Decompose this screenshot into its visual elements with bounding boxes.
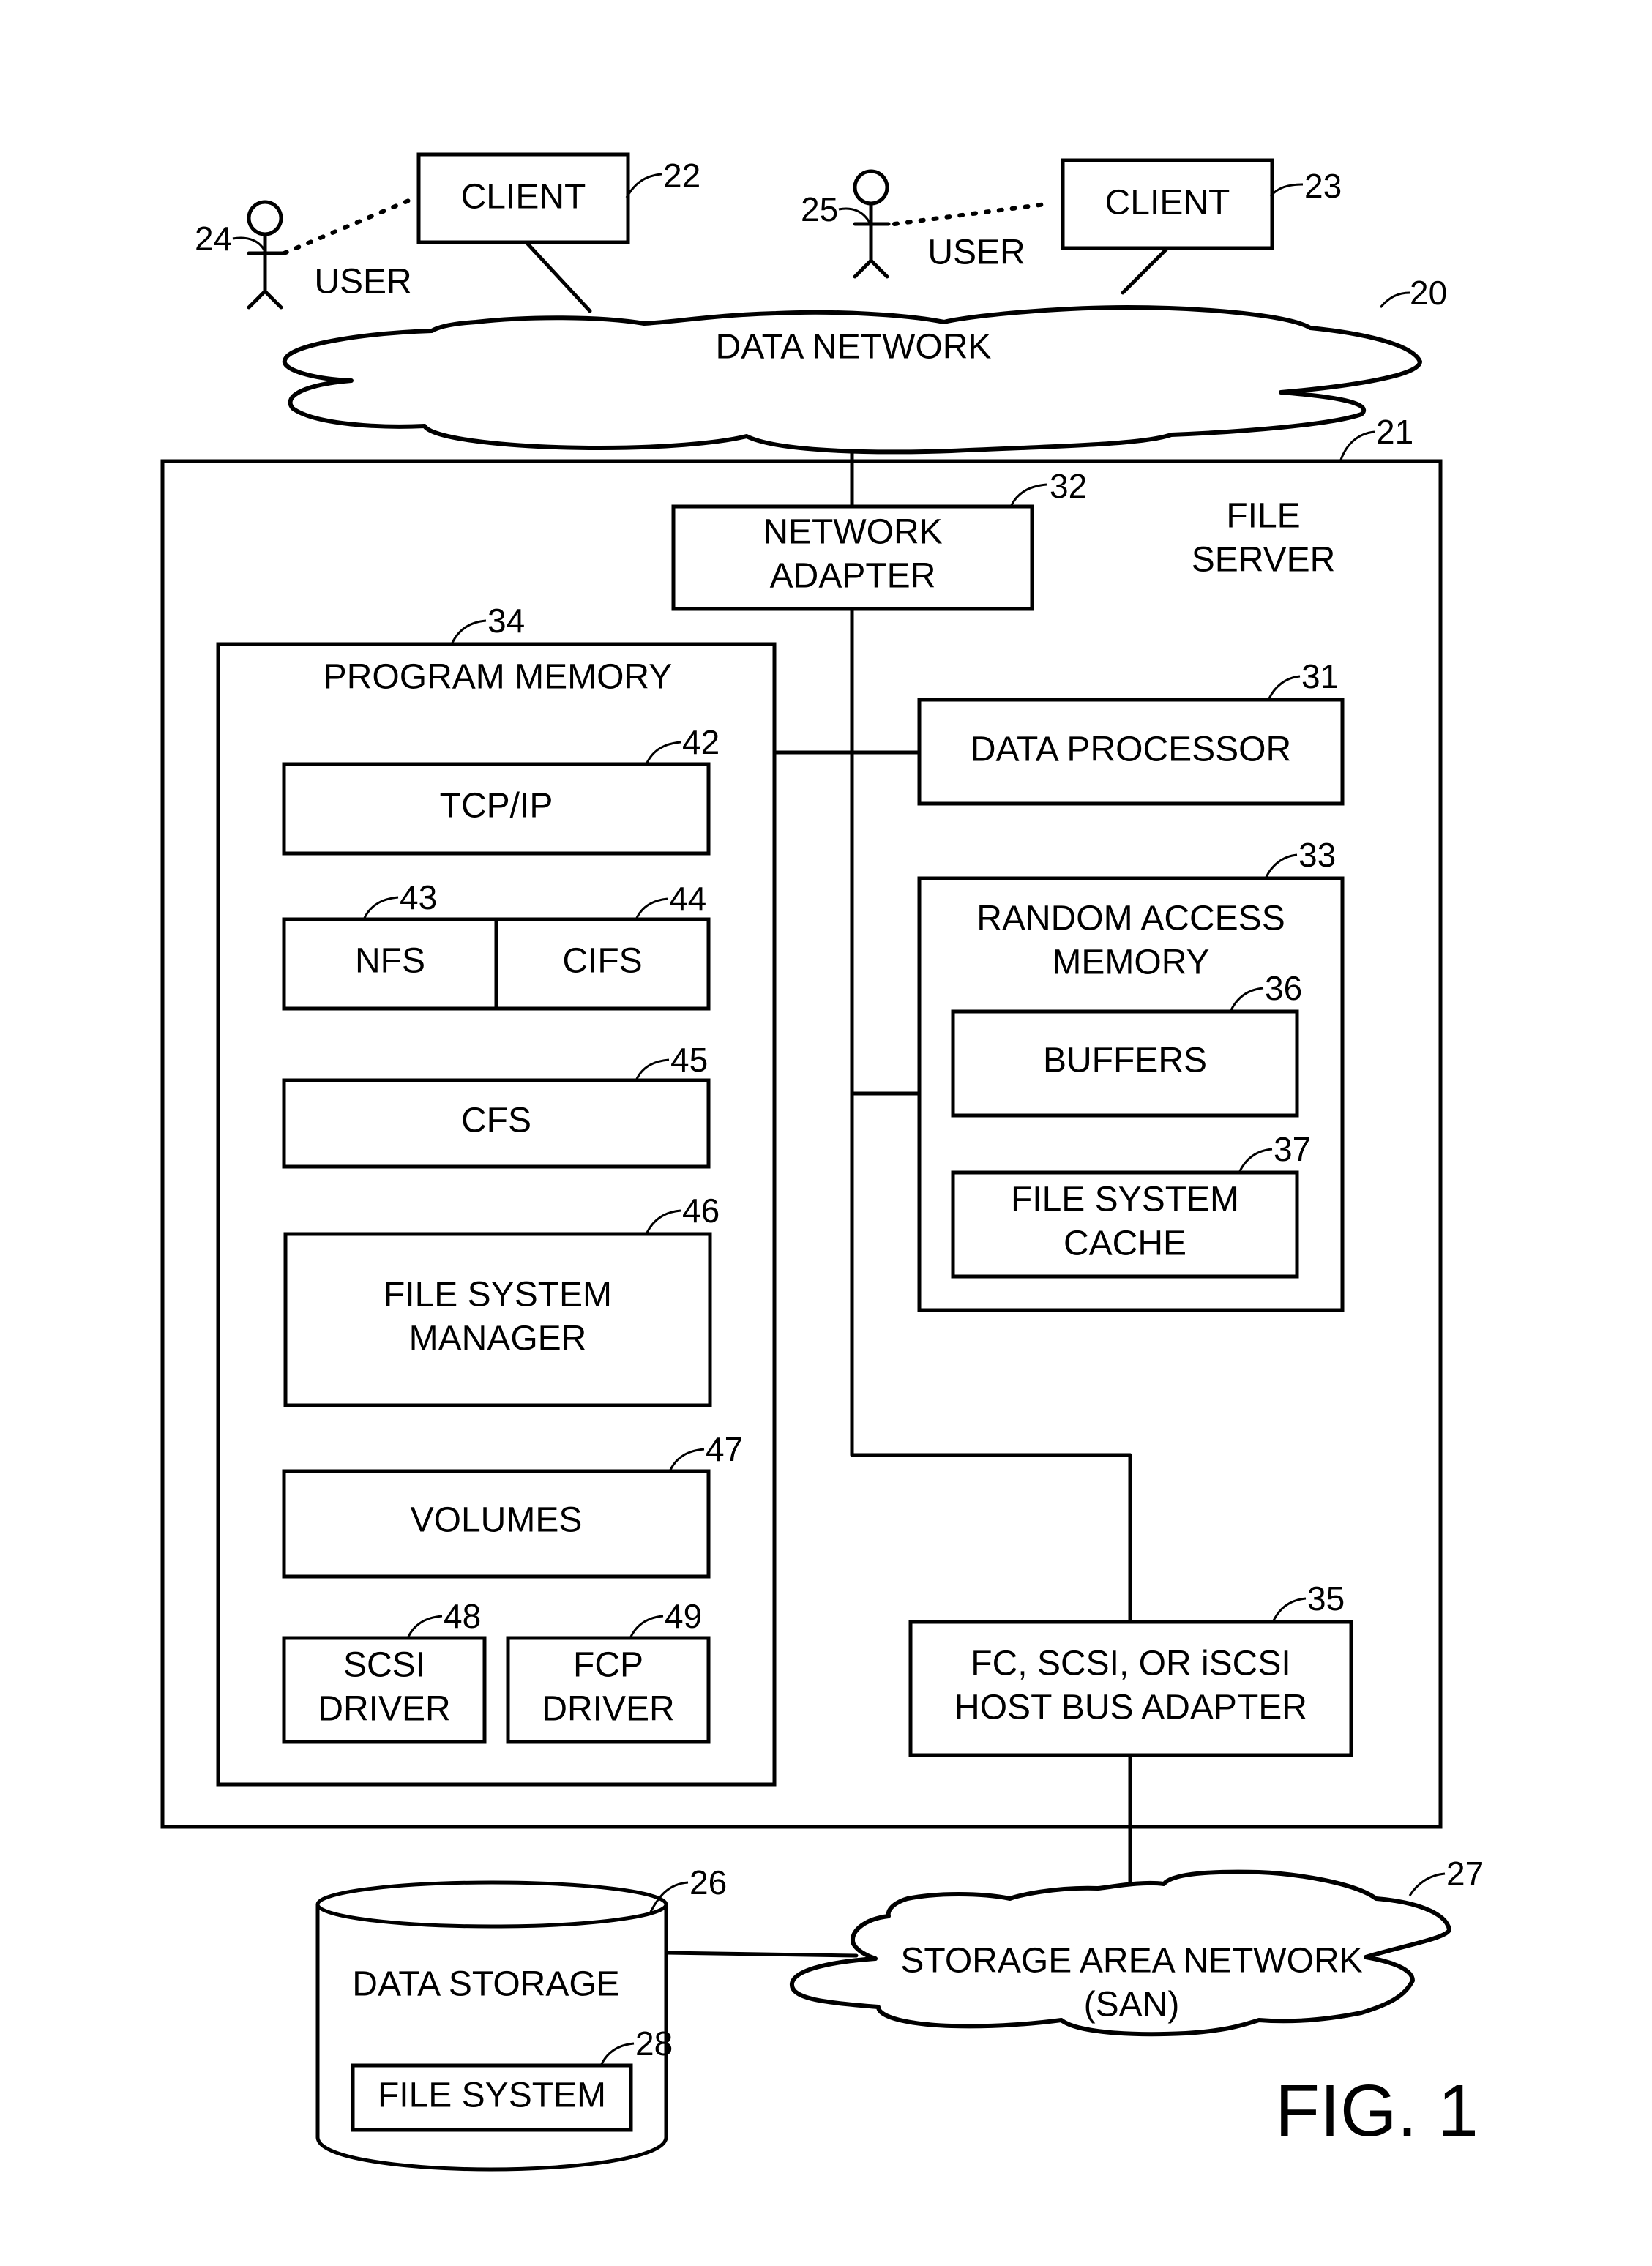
ref-35: 35 xyxy=(1307,1579,1345,1618)
leader-line-20 xyxy=(1379,291,1410,308)
leader-line-21 xyxy=(1339,430,1375,460)
ref-44: 44 xyxy=(669,880,706,918)
ref-49: 49 xyxy=(665,1597,702,1635)
network-adapter-label-line-1: NETWORK xyxy=(763,513,942,552)
leader-line-22 xyxy=(625,173,662,198)
data-storage-label: DATA STORAGE xyxy=(352,1965,619,2004)
ref-48: 48 xyxy=(444,1597,481,1635)
network-adapter-label-line-2: ADAPTER xyxy=(770,557,936,596)
ref-45: 45 xyxy=(670,1041,708,1079)
ref-28: 28 xyxy=(635,2024,673,2063)
fsm-label-line-2: MANAGER xyxy=(409,1320,587,1358)
file-server-label-line-1: FILE xyxy=(1226,497,1300,536)
buffers-label: BUFFERS xyxy=(1043,1042,1207,1080)
file-system-label: FILE SYSTEM xyxy=(378,2076,606,2115)
leader-line-24 xyxy=(232,236,266,253)
ref-47: 47 xyxy=(706,1430,743,1468)
client-22-label: CLIENT xyxy=(461,178,586,217)
ref-27: 27 xyxy=(1446,1855,1484,1893)
client23-network-link xyxy=(1121,245,1170,295)
storage-san-link xyxy=(664,1951,859,1958)
ref-24: 24 xyxy=(195,220,232,258)
fsm-label-line-1: FILE SYSTEM xyxy=(384,1276,612,1315)
figure-label: FIG. 1 xyxy=(1275,2070,1479,2152)
file-server-label-line-2: SERVER xyxy=(1192,541,1336,580)
ref-20: 20 xyxy=(1410,274,1447,312)
san-label-line-2: (SAN) xyxy=(1084,1986,1180,2024)
fcp-driver-label-line-2: DRIVER xyxy=(542,1690,674,1729)
data-processor: DATA PROCESSOR 31 xyxy=(917,657,1345,806)
san-label-line-1: STORAGE AREA NETWORK xyxy=(900,1942,1362,1981)
ref-42: 42 xyxy=(682,723,720,761)
ref-37: 37 xyxy=(1274,1130,1311,1168)
ref-46: 46 xyxy=(682,1192,720,1230)
leader-line-23 xyxy=(1269,183,1304,197)
program-memory-label: PROGRAM MEMORY xyxy=(324,658,672,697)
ref-22: 22 xyxy=(663,157,700,195)
san-cloud: STORAGE AREA NETWORK (SAN) 27 xyxy=(790,1855,1484,2037)
user-24-label: USER xyxy=(314,263,411,302)
client-23: CLIENT 23 xyxy=(1061,158,1342,250)
ref-25: 25 xyxy=(801,190,838,228)
fcp-driver-label-line-1: FCP xyxy=(573,1646,643,1685)
nfs-label: NFS xyxy=(355,942,425,981)
leader-line-25 xyxy=(838,207,871,223)
person-icon xyxy=(247,200,285,310)
scsi-driver-label-line-1: SCSI xyxy=(343,1646,425,1685)
user25-client23-link xyxy=(892,201,1053,226)
leader-line-27 xyxy=(1408,1872,1446,1896)
client22-network-link xyxy=(523,239,592,313)
data-storage: DATA STORAGE 26 FILE SYSTEM 28 xyxy=(315,1863,727,2172)
ref-21: 21 xyxy=(1376,413,1413,451)
user-25-label: USER xyxy=(927,233,1025,272)
leader-line-33 xyxy=(1265,853,1298,878)
file-server: 21 FILE SERVER NETWORK ADAPTER 32 DATA P… xyxy=(160,413,1443,1829)
person-icon xyxy=(853,169,891,279)
tcp-ip-label: TCP/IP xyxy=(440,787,553,826)
client-22: CLIENT 22 xyxy=(416,152,700,244)
leader-line-34 xyxy=(451,619,487,643)
ref-31: 31 xyxy=(1301,657,1339,695)
user24-client22-link xyxy=(282,195,418,255)
ref-43: 43 xyxy=(400,878,437,916)
data-processor-label: DATA PROCESSOR xyxy=(971,730,1291,769)
program-memory: PROGRAM MEMORY 34 TCP/IP 42 NFS CIFS 43 … xyxy=(216,602,777,1787)
fs-cache-label-line-1: FILE SYSTEM xyxy=(1011,1181,1239,1219)
data-network-label: DATA NETWORK xyxy=(716,328,992,367)
random-access-memory: RANDOM ACCESS MEMORY 33 BUFFERS 36 FILE … xyxy=(917,836,1345,1312)
ref-34: 34 xyxy=(487,602,525,640)
leader-line-35 xyxy=(1272,1597,1307,1621)
ram-label-line-2: MEMORY xyxy=(1052,943,1209,982)
ref-36: 36 xyxy=(1265,969,1302,1007)
cfs-label: CFS xyxy=(461,1102,531,1140)
volumes-label: VOLUMES xyxy=(411,1501,583,1540)
leader-line-31 xyxy=(1268,675,1301,699)
user-24: 24 USER xyxy=(195,200,412,310)
scsi-driver-label-line-2: DRIVER xyxy=(318,1690,450,1729)
fs-cache-label-line-2: CACHE xyxy=(1064,1224,1186,1263)
ram-label-line-1: RANDOM ACCESS xyxy=(976,900,1285,938)
ref-23: 23 xyxy=(1304,167,1342,205)
hba-label-line-1: FC, SCSI, OR iSCSI xyxy=(971,1645,1290,1683)
ref-32: 32 xyxy=(1050,467,1087,505)
leader-line-32 xyxy=(1010,483,1047,506)
patent-figure: DATA NETWORK 20 CLIENT 22 CLIENT 23 24 U… xyxy=(160,152,1484,2172)
data-network-cloud: DATA NETWORK 20 xyxy=(282,274,1447,455)
ref-26: 26 xyxy=(689,1863,727,1902)
ref-33: 33 xyxy=(1298,836,1336,874)
user-25: 25 USER xyxy=(801,169,1025,279)
network-adapter: NETWORK ADAPTER 32 xyxy=(671,467,1087,611)
client-23-label: CLIENT xyxy=(1105,184,1230,223)
cifs-label: CIFS xyxy=(562,942,642,981)
hba-label-line-2: HOST BUS ADAPTER xyxy=(954,1689,1307,1727)
